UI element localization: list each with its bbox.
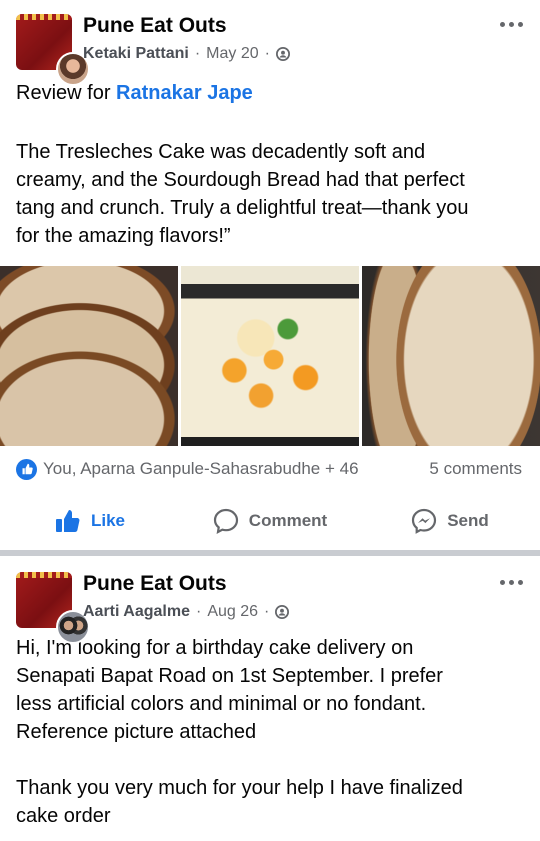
group-avatar[interactable] [16, 14, 90, 86]
friends-icon [275, 605, 290, 619]
post-card: Pune Eat Outs Ketaki Pattani · May 20 · … [0, 0, 540, 550]
review-prefix: Review for [16, 82, 111, 104]
more-icon[interactable] [496, 572, 526, 592]
post-text-line: Senapati Bapat Road on 1st September. I … [16, 665, 443, 687]
post-date[interactable]: Aug 26 [207, 603, 258, 621]
send-label: Send [447, 511, 489, 530]
meta-dot: · [196, 603, 202, 620]
post-text-line: for the amazing flavors!” [16, 225, 231, 247]
post-text-followup: Thank you very much for your help I have… [0, 774, 540, 830]
reactions-bar[interactable]: You, Aparna Ganpule-Sahasrabudhe + 46 5 … [0, 446, 540, 492]
meta-dot: · [264, 603, 270, 620]
author-name[interactable]: Ketaki Pattani [83, 45, 189, 63]
comment-button[interactable]: Comment [180, 508, 360, 534]
photo-grid [0, 266, 540, 446]
friends-icon [275, 47, 290, 61]
post-meta: Ketaki Pattani · May 20 · [83, 45, 290, 63]
post-date[interactable]: May 20 [206, 45, 258, 63]
like-button[interactable]: Like [0, 509, 180, 533]
photo-sourdough-bread[interactable] [362, 266, 540, 446]
send-button[interactable]: Send [360, 508, 540, 534]
group-avatar[interactable] [16, 572, 90, 644]
post-text-line: creamy, and the Sourdough Bread had that… [16, 169, 465, 191]
more-icon[interactable] [496, 14, 526, 34]
post-text-line: Thank you very much for your help I have… [16, 777, 463, 799]
post-text-line: Reference picture attached [16, 721, 257, 743]
photo-bread-slices[interactable] [0, 266, 178, 446]
comment-label: Comment [248, 511, 328, 530]
post-header: Pune Eat Outs Ketaki Pattani · May 20 · [0, 0, 540, 86]
post-text: The Tresleches Cake was decadently soft … [0, 138, 540, 250]
review-link[interactable]: Ratnakar Jape [116, 82, 253, 104]
post-card: Pune Eat Outs Aarti Aagalme · Aug 26 · H… [0, 556, 540, 830]
post-text-line: cake order [16, 805, 111, 827]
thumbs-up-icon [55, 510, 80, 532]
meta-dot: · [264, 45, 270, 62]
post-meta: Aarti Aagalme · Aug 26 · [83, 603, 290, 621]
avatar-trim [16, 14, 72, 20]
reactions-text[interactable]: You, Aparna Ganpule-Sahasrabudhe + 46 [43, 459, 359, 479]
comment-bubble-icon [213, 508, 238, 534]
action-bar: Like Comment Send [0, 492, 540, 550]
comments-count[interactable]: 5 comments [429, 459, 522, 479]
group-name[interactable]: Pune Eat Outs [83, 572, 227, 596]
photo-tres-leches-cake[interactable] [181, 266, 359, 446]
messenger-icon [412, 508, 437, 534]
avatar-trim [16, 572, 72, 578]
meta-dot: · [194, 45, 201, 62]
post-header: Pune Eat Outs Aarti Aagalme · Aug 26 · [0, 556, 540, 644]
like-label: Like [90, 511, 126, 530]
author-name[interactable]: Aarti Aagalme [83, 603, 190, 621]
post-text-line: less artificial colors and minimal or no… [16, 693, 427, 715]
post-text-line: tang and crunch. Truly a delightful trea… [16, 197, 469, 219]
post-text-line: Hi, I'm looking for a birthday cake deli… [16, 637, 414, 659]
post-text: Hi, I'm looking for a birthday cake deli… [0, 634, 540, 746]
review-line: Review for Ratnakar Jape [0, 80, 540, 112]
group-name[interactable]: Pune Eat Outs [83, 14, 227, 38]
like-reaction-icon [16, 458, 37, 480]
post-text-line: The Tresleches Cake was decadently soft … [16, 141, 426, 163]
